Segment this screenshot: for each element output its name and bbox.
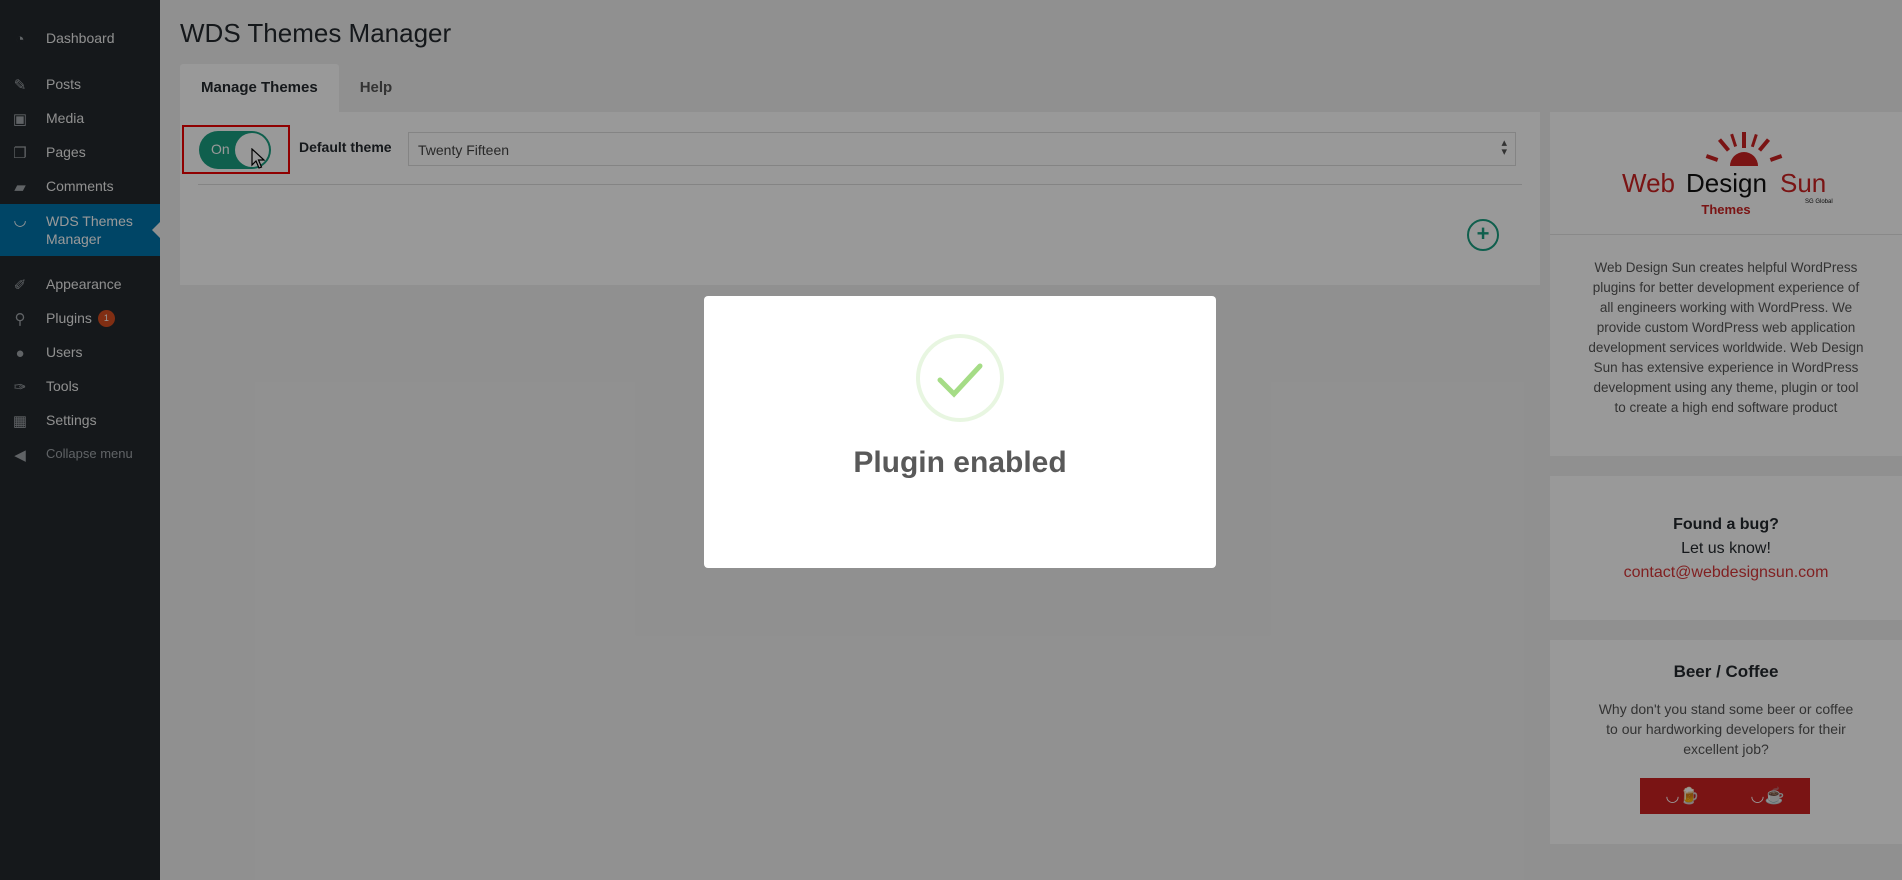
success-modal: Plugin enabled <box>704 296 1216 568</box>
modal-title: Plugin enabled <box>853 446 1067 479</box>
checkmark-icon <box>937 363 983 398</box>
